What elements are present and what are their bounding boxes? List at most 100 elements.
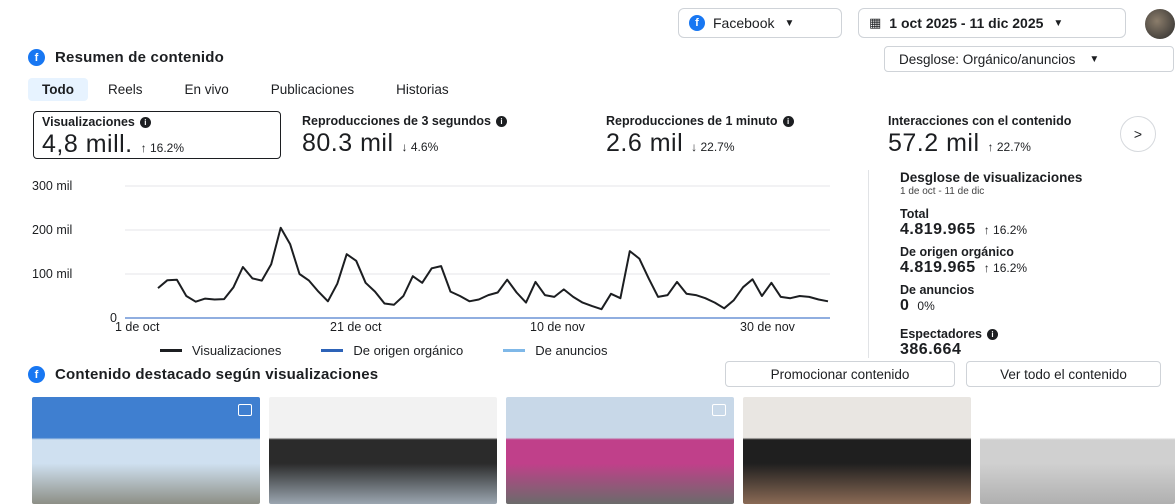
chevron-down-icon: ▼	[784, 17, 795, 29]
legend-swatch	[503, 349, 526, 352]
y-tick-label: 300 mil	[32, 179, 72, 193]
total-delta: ↑ 16.2%	[983, 223, 1028, 237]
metric-delta: ↓ 22.7%	[691, 140, 735, 154]
info-icon[interactable]: i	[986, 328, 998, 340]
organic-value: 4.819.965	[900, 259, 976, 276]
post-thumbnail[interactable]	[743, 397, 971, 504]
tab-publicaciones[interactable]: Publicaciones	[257, 78, 368, 101]
breakdown-range: 1 de oct - 11 de dic	[900, 186, 985, 197]
metric-label-row: Reproducciones de 3 segundos i	[302, 114, 592, 128]
breakdown-title: Desglose de visualizaciones	[900, 170, 1083, 185]
y-tick-label: 200 mil	[32, 223, 72, 237]
y-tick-label: 100 mil	[32, 267, 72, 281]
metric-delta: ↑ 22.7%	[987, 140, 1031, 154]
legend-label: De anuncios	[535, 343, 608, 358]
content-tabs: Todo Reels En vivo Publicaciones Histori…	[28, 78, 463, 101]
legend-swatch	[321, 349, 344, 352]
metric-delta: ↑ 16.2%	[140, 141, 184, 155]
metric-value-row: 80.3 mil ↓ 4.6%	[302, 129, 592, 158]
date-range-label: 1 oct 2025 - 11 dic 2025	[889, 15, 1044, 31]
views-chart-svg: 300 mil200 mil100 mil01 de oct 21 de oct 1…	[32, 179, 830, 334]
platform-label: Facebook	[713, 15, 775, 31]
info-icon[interactable]: i	[782, 115, 794, 127]
panel-divider	[868, 170, 869, 358]
viewers-label-row: Espectadores i	[900, 327, 1175, 341]
metric-card-reproducciones-3s[interactable]: Reproducciones de 3 segundos i 80.3 mil ↓…	[302, 111, 592, 159]
legend-swatch	[160, 349, 182, 352]
x-tick-label: 21 de oct	[330, 320, 382, 334]
multi-photo-icon	[712, 404, 726, 416]
calendar-icon: ▦	[869, 15, 882, 30]
metric-value: 57.2 mil	[888, 129, 980, 157]
total-value-row: 4.819.965 ↑ 16.2%	[900, 221, 1175, 239]
featured-title-text: Contenido destacado según visualizacione…	[55, 366, 379, 383]
post-thumbnail[interactable]	[32, 397, 260, 504]
organic-label: De origen orgánico	[900, 245, 1014, 259]
tab-historias[interactable]: Historias	[382, 78, 463, 101]
metric-value-row: 57.2 mil ↑ 22.7%	[888, 129, 1120, 158]
facebook-icon: f	[28, 49, 45, 66]
metric-card-interacciones[interactable]: Interacciones con el contenido 57.2 mil ↑…	[888, 111, 1120, 159]
avatar[interactable]	[1145, 9, 1175, 39]
ads-label: De anuncios	[900, 283, 975, 297]
summary-title: f Resumen de contenido	[28, 49, 224, 66]
featured-title: f Contenido destacado según visualizacio…	[28, 366, 378, 383]
facebook-icon: f	[28, 366, 45, 383]
chevron-right-icon: >	[1133, 126, 1143, 142]
info-icon[interactable]: i	[139, 116, 151, 128]
post-thumbnail[interactable]	[980, 397, 1175, 504]
promote-content-button[interactable]: Promocionar contenido	[725, 361, 955, 387]
metric-label: Visualizaciones	[42, 115, 135, 129]
ads-value-row: 0 0%	[900, 297, 1175, 315]
post-thumbnail[interactable]	[269, 397, 497, 504]
metric-value: 2.6 mil	[606, 129, 684, 157]
metric-card-visualizaciones[interactable]: Visualizaciones i 4,8 mill. ↑ 16.2%	[33, 111, 281, 159]
metric-label-row: Reproducciones de 1 minuto i	[606, 114, 876, 128]
metric-label-row: Interacciones con el contenido	[888, 114, 1120, 128]
ads-value: 0	[900, 297, 910, 314]
chevron-down-icon: ▼	[1053, 17, 1064, 29]
total-label: Total	[900, 207, 929, 221]
legend-item-anuncios[interactable]: De anuncios	[503, 343, 608, 358]
views-breakdown-panel: Desglose de visualizaciones 1 de oct - 1…	[900, 170, 1175, 359]
viewers-label: Espectadores	[900, 327, 982, 341]
legend-item-visualizaciones[interactable]: Visualizaciones	[160, 343, 281, 358]
metric-value: 80.3 mil	[302, 129, 394, 157]
post-thumbnail[interactable]	[506, 397, 734, 504]
multi-photo-icon	[238, 404, 252, 416]
facebook-icon: f	[689, 15, 705, 31]
ads-delta: 0%	[917, 299, 935, 313]
next-metrics-button[interactable]: >	[1120, 116, 1156, 152]
date-range-selector[interactable]: ▦ 1 oct 2025 - 11 dic 2025 ▼	[858, 8, 1126, 38]
metric-value: 4,8 mill.	[42, 130, 133, 158]
x-tick-label: 1 de oct	[115, 320, 160, 334]
metric-delta: ↓ 4.6%	[401, 140, 439, 154]
x-tick-label: 10 de nov	[530, 320, 586, 334]
organic-value-row: 4.819.965 ↑ 16.2%	[900, 259, 1175, 277]
breakdown-label: Desglose: Orgánico/anuncios	[899, 51, 1076, 67]
platform-selector[interactable]: f Facebook ▼	[678, 8, 842, 38]
summary-title-text: Resumen de contenido	[55, 49, 225, 66]
metric-value-row: 2.6 mil ↓ 22.7%	[606, 129, 876, 158]
organic-delta: ↑ 16.2%	[983, 261, 1028, 275]
metric-label: Interacciones con el contenido	[888, 114, 1072, 128]
tab-reels[interactable]: Reels	[94, 78, 157, 101]
legend-label: De origen orgánico	[353, 343, 464, 358]
info-icon[interactable]: i	[495, 115, 507, 127]
total-value: 4.819.965	[900, 221, 976, 238]
x-tick-label: 30 de nov	[740, 320, 796, 334]
top-bar: f Facebook ▼ ▦ 1 oct 2025 - 11 dic 2025 …	[0, 8, 1175, 39]
metric-label: Reproducciones de 3 segundos	[302, 114, 491, 128]
series-line-visualizaciones	[157, 226, 829, 311]
view-all-content-button[interactable]: Ver todo el contenido	[966, 361, 1161, 387]
views-chart: 300 mil 200 mil 100 mil 0 1 de oct 21 de oct 1…	[30, 168, 840, 368]
legend-item-organico[interactable]: De origen orgánico	[321, 343, 463, 358]
viewers-value: 386.664	[900, 341, 962, 358]
metric-card-reproducciones-1m[interactable]: Reproducciones de 1 minuto i 2.6 mil ↓ 22…	[606, 111, 876, 159]
tab-en-vivo[interactable]: En vivo	[171, 78, 243, 101]
chevron-down-icon: ▼	[1089, 53, 1100, 65]
metric-label-row: Visualizaciones i	[42, 115, 272, 129]
breakdown-dropdown[interactable]: Desglose: Orgánico/anuncios ▼	[884, 46, 1174, 72]
chart-legend: Visualizaciones De origen orgánico De an…	[160, 343, 608, 358]
tab-todo[interactable]: Todo	[28, 78, 88, 101]
